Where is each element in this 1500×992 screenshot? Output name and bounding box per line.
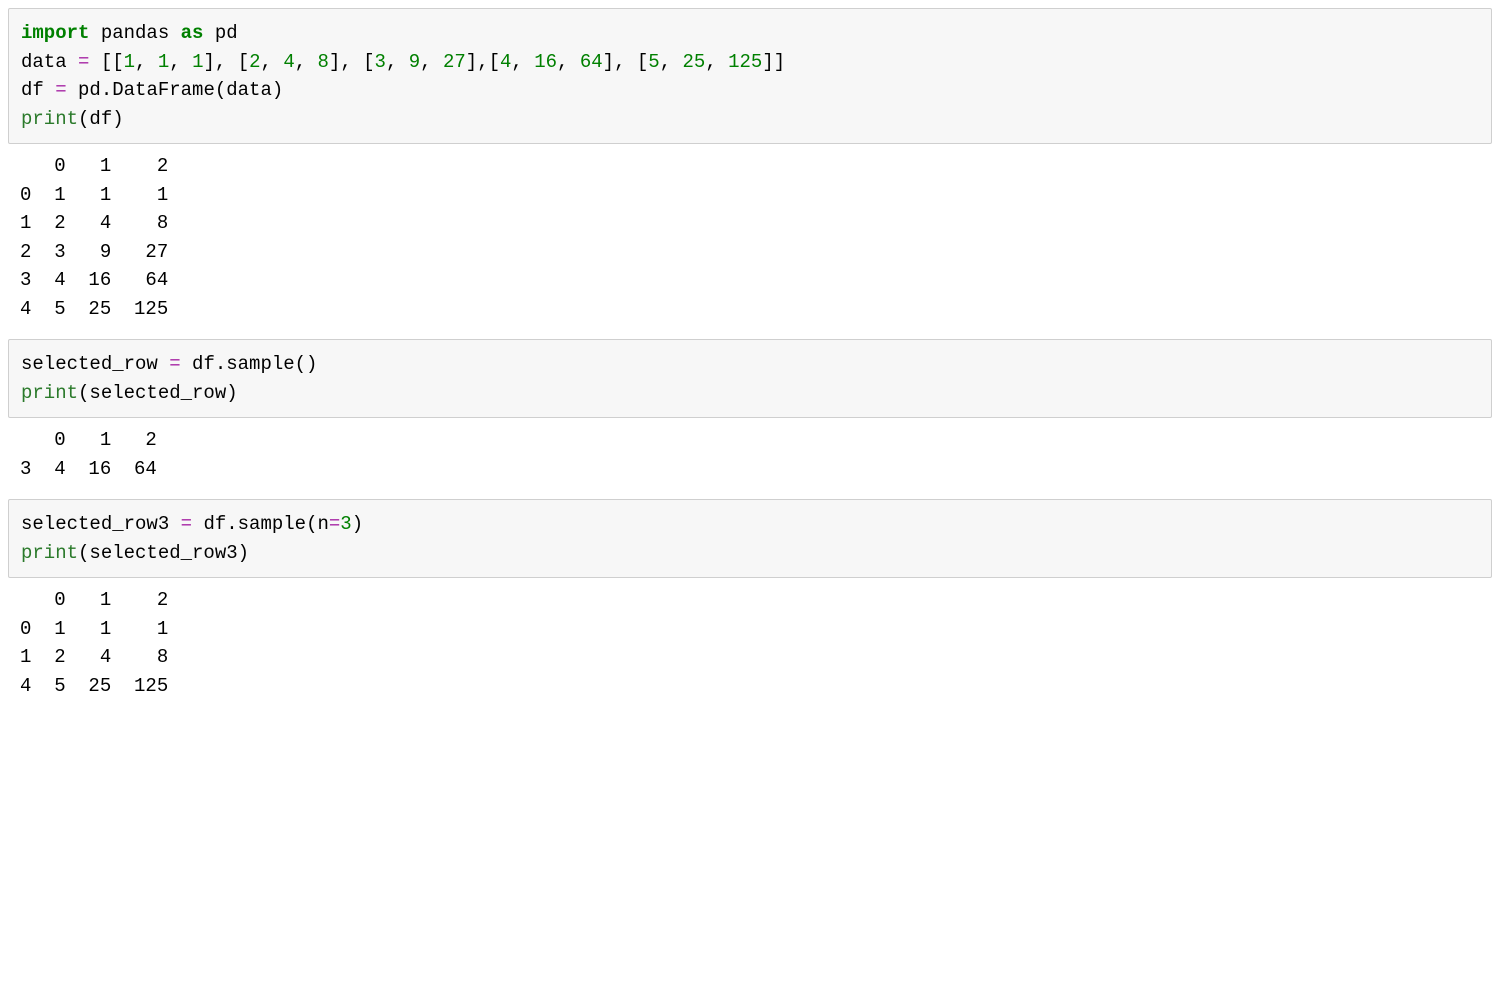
number-literal: 125 [728,51,762,73]
number-literal: 2 [249,51,260,73]
number-literal: 4 [283,51,294,73]
sample-call-n: df.sample(n [192,513,329,535]
number-literal: 27 [443,51,466,73]
paren-args: (selected_row) [78,382,238,404]
code-input-2[interactable]: selected_row = df.sample() print(selected… [8,339,1492,418]
number-literal: 4 [500,51,511,73]
module-pandas: pandas [89,22,180,44]
equals-operator: = [329,513,340,535]
bracket: ],[ [466,51,500,73]
code-cell-3: selected_row3 = df.sample(n=3)print(sele… [8,499,1492,706]
comma: , [135,51,158,73]
comma: , [557,51,580,73]
bracket: [[ [89,51,123,73]
equals-operator: = [78,51,89,73]
var-selected-row3: selected_row3 [21,513,181,535]
comma: , [660,51,683,73]
print-call: print [21,108,78,130]
number-literal: 5 [648,51,659,73]
bracket: ], [ [329,51,375,73]
paren-args: (selected_row3) [78,542,249,564]
code-output-3: 0 1 2 0 1 1 1 1 2 4 8 4 5 25 125 [8,578,1492,706]
var-data: data [21,51,78,73]
bracket: ], [ [203,51,249,73]
code-input-1[interactable]: import pandas as pddata = [[1, 1, 1], [2… [8,8,1492,144]
var-df: df [21,79,55,101]
number-literal: 9 [409,51,420,73]
comma: , [261,51,284,73]
number-literal: 64 [580,51,603,73]
equals-operator: = [169,353,180,375]
code-output-2: 0 1 2 3 4 16 64 [8,418,1492,489]
alias-pd: pd [203,22,237,44]
comma: , [295,51,318,73]
comma: , [386,51,409,73]
comma: , [511,51,534,73]
var-selected-row: selected_row [21,353,169,375]
number-literal: 25 [683,51,706,73]
notebook: import pandas as pddata = [[1, 1, 1], [2… [0,0,1500,724]
keyword-as: as [181,22,204,44]
bracket: ], [ [603,51,649,73]
paren-args: (df) [78,108,124,130]
print-call: print [21,382,78,404]
number-literal: 1 [192,51,203,73]
code-cell-1: import pandas as pddata = [[1, 1, 1], [2… [8,8,1492,329]
comma: , [169,51,192,73]
code-output-1: 0 1 2 0 1 1 1 1 2 4 8 2 3 9 27 3 4 16 64… [8,144,1492,329]
equals-operator: = [181,513,192,535]
print-call: print [21,542,78,564]
sample-call: df.sample() [181,353,318,375]
paren-close: ) [352,513,363,535]
bracket: ]] [762,51,785,73]
dataframe-call: pd.DataFrame(data) [67,79,284,101]
keyword-import: import [21,22,89,44]
comma: , [420,51,443,73]
number-literal: 3 [375,51,386,73]
number-literal: 1 [124,51,135,73]
number-literal: 16 [534,51,557,73]
code-cell-2: selected_row = df.sample() print(selected… [8,339,1492,489]
code-input-3[interactable]: selected_row3 = df.sample(n=3)print(sele… [8,499,1492,578]
equals-operator: = [55,79,66,101]
number-literal: 8 [318,51,329,73]
number-literal: 3 [340,513,351,535]
number-literal: 1 [158,51,169,73]
comma: , [705,51,728,73]
